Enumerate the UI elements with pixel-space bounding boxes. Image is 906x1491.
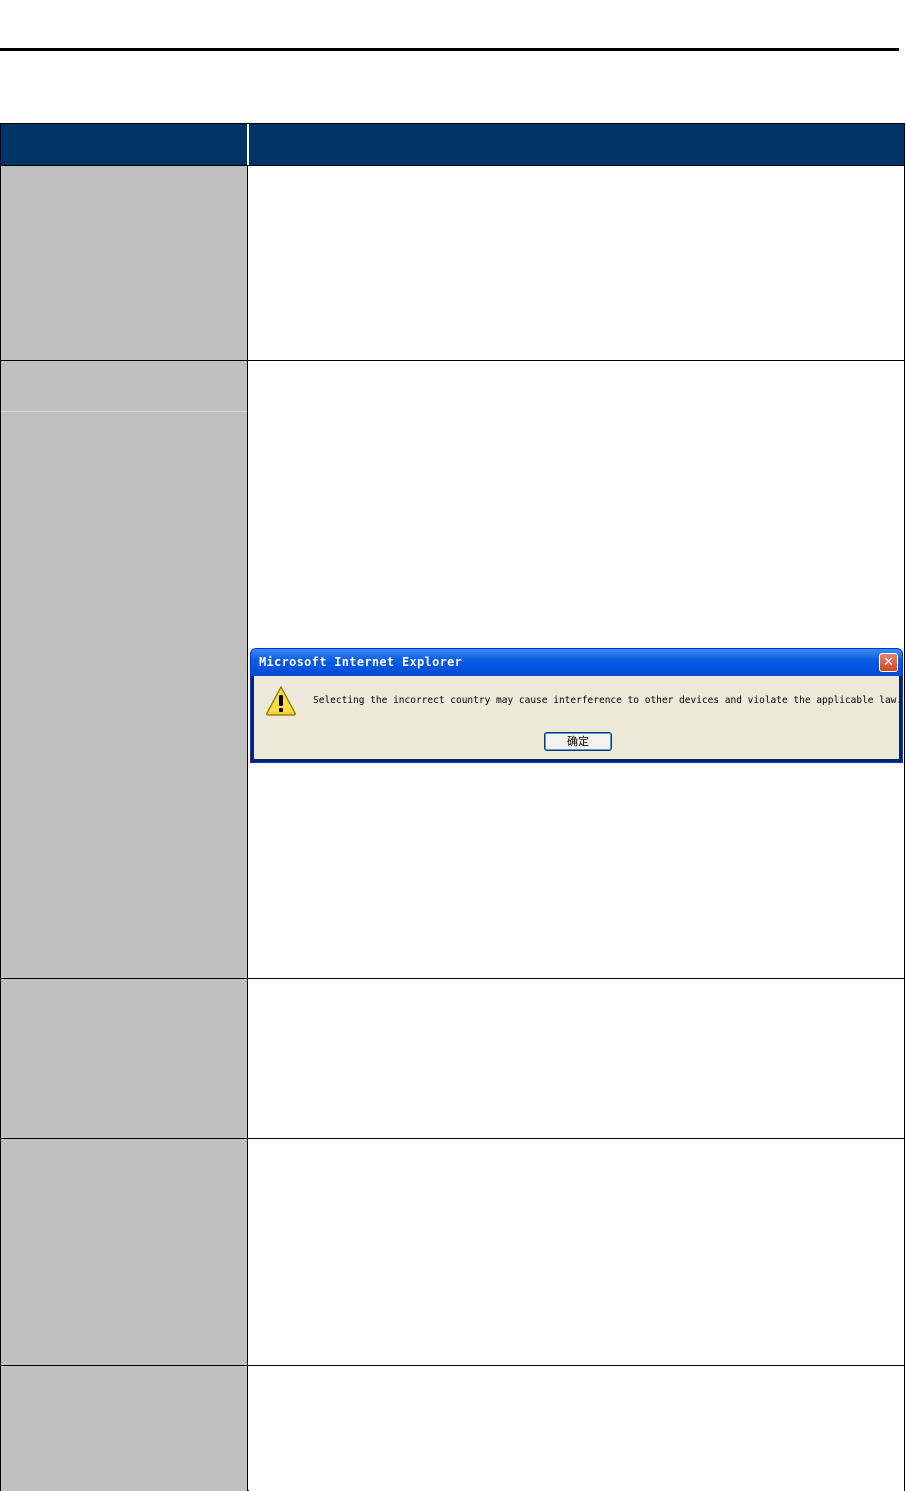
settings-table [0,123,905,1491]
table-row-description-cell [249,1366,904,1491]
dialog-titlebar[interactable]: Microsoft Internet Explorer ✕ [251,649,902,676]
table-row-label-cell [1,166,248,361]
table-header-description [249,124,904,165]
table-row [1,978,904,1139]
dialog-body: Selecting the incorrect country may caus… [254,676,903,759]
table-row-description-cell [249,979,904,1139]
table-row [1,165,904,361]
ie-alert-dialog: Microsoft Internet Explorer ✕ Selecting … [250,648,903,763]
close-icon[interactable]: ✕ [879,653,898,672]
warning-icon [266,685,296,716]
table-row-label-cell [1,361,248,979]
table-row-label-cell [1,1139,248,1366]
dialog-message: Selecting the incorrect country may caus… [313,695,903,706]
table-row-description-cell [249,1139,904,1366]
table-row-label-cell [1,979,248,1139]
table-row [1,1138,904,1366]
ok-button[interactable]: 确定 [544,732,612,751]
label-cell-divider [1,411,247,412]
page-header-rule [0,48,899,51]
table-row-description-cell [249,166,904,361]
dialog-title: Microsoft Internet Explorer [259,655,463,669]
table-row-label-cell [1,1366,248,1491]
table-header-object [1,124,247,165]
table-row [1,1365,904,1491]
